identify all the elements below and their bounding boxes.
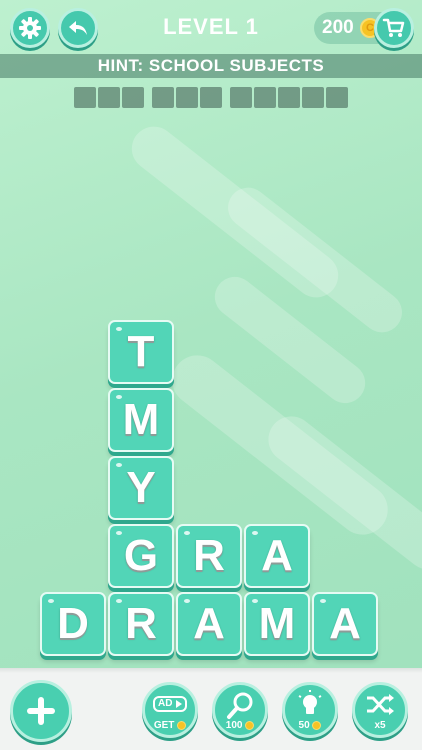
shuffle-icon [367,694,394,715]
coin-symbol: C [366,22,374,34]
letter-slot [230,87,252,108]
letter-slot [326,87,348,108]
letter-tile[interactable]: D [40,592,106,656]
letter-slot [152,87,174,108]
coin-icon [245,720,255,730]
letter-slot [176,87,198,108]
ad-play-icon: AD [153,696,187,712]
letter-slot [302,87,324,108]
lightbulb-icon [298,690,322,714]
hint-powerup-button[interactable]: 50 [282,682,338,738]
add-button[interactable] [10,680,72,742]
ad-badge: AD [158,698,173,709]
shop-button[interactable] [374,8,414,48]
answer-word-slots [74,87,144,108]
letter-slot [278,87,300,108]
coin-icon [312,720,322,730]
letter-slot [122,87,144,108]
letter-tile[interactable]: M [244,592,310,656]
game-screen: LEVEL 1 200 C HINT: SCHOOL SUBJECTS TMYG… [0,0,422,750]
watch-ad-button[interactable]: AD GET [142,682,198,738]
shuffle-count: x5 [374,720,386,731]
coin-icon [177,720,187,730]
cart-icon [382,18,405,37]
magnifier-powerup-button[interactable]: 100 [212,682,268,738]
letter-slot [254,87,276,108]
plus-icon [27,697,55,725]
magnifier-cost: 100 [215,720,265,731]
letter-slot [98,87,120,108]
answer-word-slots [230,87,348,108]
letter-tile[interactable]: R [176,524,242,588]
letter-tile[interactable]: G [108,524,174,588]
hint-cost: 50 [285,720,335,731]
magnifier-icon [227,692,253,719]
letter-tile[interactable]: Y [108,456,174,520]
letter-tile[interactable]: A [244,524,310,588]
letter-tile[interactable]: A [312,592,378,656]
answer-slots [0,87,422,108]
shuffle-powerup-button[interactable]: x5 [352,682,408,738]
hint-bar: HINT: SCHOOL SUBJECTS [0,54,422,78]
letter-tile[interactable]: A [176,592,242,656]
answer-word-slots [152,87,222,108]
letter-tile[interactable]: R [108,592,174,656]
ad-caption: GET [145,720,195,731]
letter-slot [200,87,222,108]
letter-tile[interactable]: M [108,388,174,452]
letter-slot [74,87,96,108]
coin-count: 200 [322,17,354,38]
letter-tile[interactable]: T [108,320,174,384]
